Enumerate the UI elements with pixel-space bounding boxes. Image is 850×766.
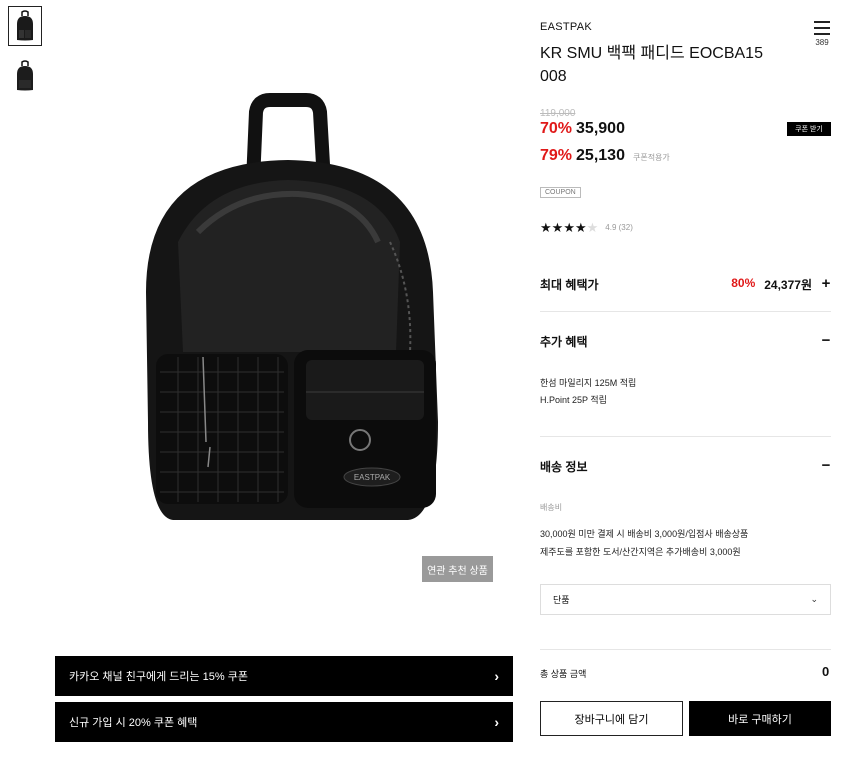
chevron-down-icon: ⌄ bbox=[810, 594, 818, 604]
related-products-button[interactable]: 연관 추천 상품 bbox=[422, 556, 493, 582]
product-image: EASTPAK bbox=[146, 93, 438, 520]
benefit-line: H.Point 25P 적립 bbox=[540, 395, 607, 405]
total-label: 총 상품 금액 bbox=[540, 669, 587, 679]
divider bbox=[540, 649, 831, 650]
backpack-thumbnail-icon bbox=[17, 60, 33, 91]
max-benefit-price: 24,377원 bbox=[764, 278, 812, 292]
buy-now-button[interactable]: 바로 구매하기 bbox=[689, 701, 831, 736]
thumbnail-1[interactable] bbox=[8, 6, 42, 46]
brand-name[interactable]: EASTPAK bbox=[540, 21, 592, 33]
rating-score: 4.9 (32) bbox=[605, 223, 633, 232]
get-coupon-button[interactable]: 쿠폰 받기 bbox=[787, 122, 831, 136]
collapse-icon[interactable]: − bbox=[819, 458, 833, 473]
add-to-cart-button[interactable]: 장바구니에 담기 bbox=[540, 701, 683, 736]
option-select[interactable]: 단품 ⌄ bbox=[540, 584, 831, 615]
max-benefit-title: 최대 혜택가 bbox=[540, 278, 599, 292]
star-icon: ★ bbox=[563, 220, 575, 235]
chevron-right-icon: › bbox=[494, 714, 499, 730]
option-select-value: 단품 bbox=[553, 595, 570, 605]
coupon-badge: COUPON bbox=[540, 187, 581, 198]
sale-price: 35,900 bbox=[576, 120, 625, 137]
chevron-right-icon: › bbox=[494, 668, 499, 684]
banner-label: 카카오 채널 친구에게 드리는 15% 쿠폰 bbox=[69, 671, 248, 683]
collapse-icon[interactable]: − bbox=[819, 333, 833, 348]
shipping-title: 배송 정보 bbox=[540, 460, 588, 474]
sale-percent: 70% bbox=[540, 120, 573, 137]
signup-coupon-banner[interactable]: 신규 가입 시 20% 쿠폰 혜택 › bbox=[55, 702, 513, 742]
coupon-percent: 79% bbox=[540, 147, 573, 164]
thumbnail-2[interactable] bbox=[8, 56, 42, 96]
shipping-fee-label: 배송비 bbox=[540, 503, 563, 512]
product-title: KR SMU 백팩 패디드 EOCBA15 008 bbox=[540, 45, 763, 85]
backpack-thumbnail-icon bbox=[17, 10, 33, 41]
total-value: 0 bbox=[822, 664, 830, 679]
kakao-coupon-banner[interactable]: 카카오 채널 친구에게 드리는 15% 쿠폰 › bbox=[55, 656, 513, 696]
wishlist-button[interactable]: 389 bbox=[811, 21, 833, 47]
divider bbox=[540, 436, 831, 437]
benefit-line: 한섬 마일리지 125M 적립 bbox=[540, 378, 637, 388]
stack-icon bbox=[814, 21, 830, 35]
rating[interactable]: ★ ★ ★ ★ ★ 4.9 (32) bbox=[540, 221, 633, 234]
svg-text:EASTPAK: EASTPAK bbox=[354, 473, 391, 482]
extra-benefit-title: 추가 혜택 bbox=[540, 335, 588, 349]
wish-count: 389 bbox=[815, 38, 829, 47]
star-icon: ★ bbox=[551, 220, 564, 235]
shipping-line: 제주도를 포함한 도서/산간지역은 추가배송비 3,000원 bbox=[540, 547, 741, 557]
shipping-line: 30,000원 미만 결제 시 배송비 3,000원/입점사 배송상품 bbox=[540, 529, 749, 539]
max-benefit-percent: 80% bbox=[731, 276, 756, 290]
original-price: 119,000 bbox=[540, 108, 576, 119]
banner-label: 신규 가입 시 20% 쿠폰 혜택 bbox=[69, 717, 198, 729]
expand-icon[interactable]: + bbox=[819, 276, 833, 291]
divider bbox=[540, 311, 831, 312]
star-icon: ★ bbox=[574, 220, 587, 235]
max-benefit-value: 80% 24,377원 bbox=[731, 276, 812, 293]
coupon-price-row: 79% 25,130 쿠폰적용가 bbox=[540, 147, 670, 165]
coupon-price: 25,130 bbox=[576, 147, 625, 164]
star-icon: ★ bbox=[540, 220, 552, 235]
star-empty-icon: ★ bbox=[586, 220, 599, 235]
coupon-price-note: 쿠폰적용가 bbox=[632, 153, 670, 162]
sale-price-row: 70% 35,900 bbox=[540, 120, 625, 138]
